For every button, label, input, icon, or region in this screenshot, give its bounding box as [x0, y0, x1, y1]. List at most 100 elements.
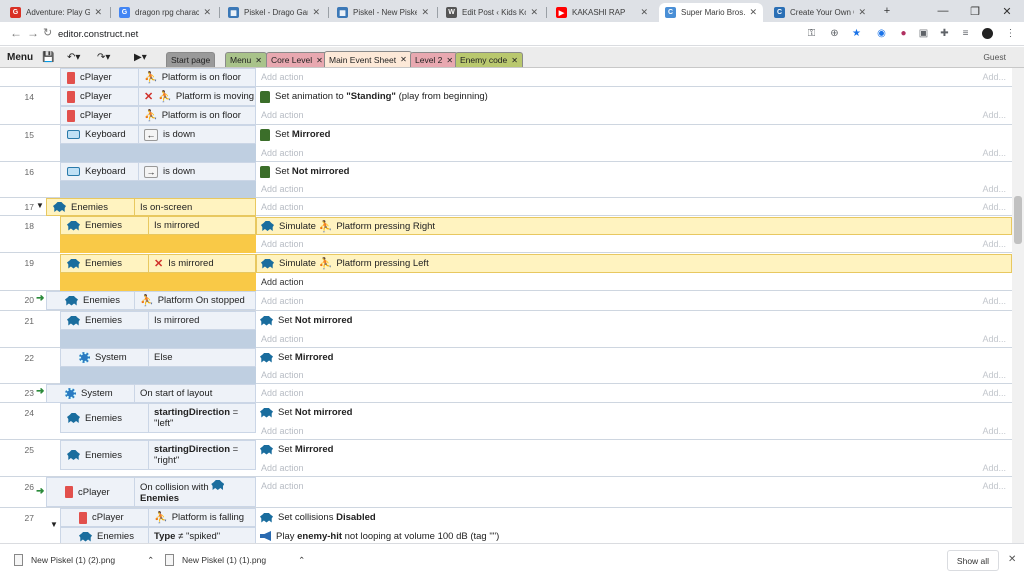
add-action-label[interactable]: Add action	[261, 388, 304, 398]
event-row[interactable]: 21 Enemies Is mirrored Set Not mirrored …	[0, 311, 1012, 348]
add-action-short[interactable]: Add...	[982, 481, 1006, 491]
event-row[interactable]: 16 Keyboard → is down Set Not mirrored Ad…	[0, 162, 1012, 199]
editor-tab[interactable]: Level 2 ✕	[410, 52, 459, 67]
add-action-link[interactable]: Add action Add...	[256, 180, 1012, 198]
action[interactable]: Set Mirrored	[256, 440, 1012, 459]
event-row[interactable]: 24 Enemies startingDirection = "left" Set…	[0, 403, 1012, 440]
condition[interactable]: Keyboard ← is down	[60, 125, 256, 144]
close-tab-icon[interactable]: ✕	[858, 7, 866, 18]
menu-button[interactable]: Menu	[4, 50, 36, 65]
extension-icon[interactable]: ◉	[876, 28, 887, 39]
scrollbar-thumb[interactable]	[1014, 196, 1022, 244]
event-row[interactable]: 17 ▼ Enemies Is on-screen Add action Add.…	[0, 198, 1012, 216]
collapse-triangle-icon[interactable]: ▼	[50, 520, 59, 529]
add-action-label[interactable]: Add action	[261, 239, 304, 249]
empty-condition-area[interactable]	[60, 235, 256, 253]
add-action-label[interactable]: Add action	[261, 334, 304, 344]
condition[interactable]: Enemies Is mirrored	[60, 216, 256, 235]
close-tab-icon[interactable]: ✕	[203, 7, 211, 18]
add-action-link[interactable]: Add action Add...	[256, 144, 1012, 162]
condition[interactable]: Keyboard → is down	[60, 162, 256, 181]
maximize-icon[interactable]: ❐	[958, 0, 992, 22]
add-action-link[interactable]: Add action Add...	[256, 198, 1012, 216]
event-row[interactable]: 20 ➜ Enemies ⛹ Platform On stopped Add ac…	[0, 291, 1012, 311]
browser-tab[interactable]: Gdragon rpg charac ✕	[113, 3, 217, 22]
add-action-label[interactable]: Add action	[261, 110, 304, 120]
browser-tab[interactable]: ▦ Piskel - New Piskel ✕	[331, 3, 435, 22]
undo-icon[interactable]: ↶▾	[67, 50, 80, 65]
add-action-short[interactable]: Add...	[982, 184, 1006, 194]
close-tab-icon[interactable]: ✕	[94, 7, 102, 18]
browser-tab[interactable]: G Adventure: Play Ga ✕	[4, 3, 108, 22]
add-action-short[interactable]: Add...	[982, 334, 1006, 344]
star-icon[interactable]: ★	[851, 28, 862, 39]
condition[interactable]: Enemies startingDirection = "right"	[60, 440, 256, 470]
condition[interactable]: cPlayer ⛹ Platform is on floor	[60, 68, 256, 87]
back-icon[interactable]: ←	[10, 26, 22, 40]
extension-icon[interactable]: ●	[898, 28, 909, 39]
close-tab-icon[interactable]: ✕	[530, 7, 538, 18]
add-action-short[interactable]: Add...	[982, 388, 1006, 398]
event-row[interactable]: 26 ➜ cPlayer On collision with Enemies A…	[0, 477, 1012, 508]
action[interactable]: Simulate ⛹ Platform pressing Right	[256, 217, 1012, 235]
close-tab-icon[interactable]: ✕	[312, 7, 320, 18]
close-tab-icon[interactable]: ✕	[511, 56, 518, 65]
location-icon[interactable]: ⊕	[829, 28, 840, 39]
event-row[interactable]: 14 cPlayer ✕ ⛹ Platform is moving cPlayer …	[0, 87, 1012, 125]
add-action-label[interactable]: Add action	[261, 370, 304, 380]
add-action-link[interactable]: Add action Add...	[256, 459, 1012, 477]
chevron-up-icon[interactable]: ⌃	[298, 555, 305, 566]
add-action-label[interactable]: Add action	[261, 72, 304, 82]
event-row[interactable]: 22 System Else Set Mirrored Add action Ad…	[0, 348, 1012, 385]
action[interactable]: Set Not mirrored	[256, 162, 1012, 181]
minimize-icon[interactable]: —	[926, 0, 960, 22]
condition[interactable]: Enemies startingDirection = "left"	[60, 403, 256, 433]
action[interactable]: Set Mirrored	[256, 125, 1012, 144]
event-row[interactable]: 19 Enemies ✕ Is mirrored Simulate ⛹ Platfo…	[0, 253, 1012, 291]
add-action-short[interactable]: Add...	[982, 426, 1006, 436]
key-icon[interactable]: ⚿	[806, 28, 817, 39]
reload-icon[interactable]: ↻	[43, 26, 52, 39]
event-row[interactable]: 27 ▼ cPlayer ⛹ Platform is falling Enemie…	[0, 508, 1012, 543]
add-action-label[interactable]: Add action	[261, 202, 304, 212]
download-item[interactable]: New Piskel (1) (2).png ⌃	[14, 554, 154, 566]
browser-tab[interactable]: ▦ Piskel - Drago Gan ✕	[222, 3, 326, 22]
action[interactable]: Set Not mirrored	[256, 403, 1012, 422]
condition[interactable]: System Else	[60, 348, 256, 367]
save-icon[interactable]: 💾	[42, 50, 54, 65]
action[interactable]: Play enemy-hit not looping at volume 100…	[256, 527, 1012, 543]
close-tab-icon[interactable]: ✕	[255, 56, 262, 65]
add-action-short[interactable]: Add...	[982, 296, 1006, 306]
condition[interactable]: Enemies Is on-screen	[46, 198, 256, 216]
close-tab-icon[interactable]: ✕	[446, 56, 453, 65]
empty-condition-area[interactable]	[60, 330, 256, 348]
add-action-label[interactable]: Add action	[261, 277, 304, 287]
add-action-link[interactable]: Add action	[256, 273, 1012, 291]
editor-tab[interactable]: Start page	[166, 52, 216, 67]
url-field[interactable]: editor.construct.net	[58, 25, 798, 43]
event-row[interactable]: 25 Enemies startingDirection = "right" Se…	[0, 440, 1012, 477]
condition[interactable]: cPlayer ✕ ⛹ Platform is moving	[60, 87, 256, 106]
condition[interactable]: Enemies ✕ Is mirrored	[60, 254, 256, 273]
avatar[interactable]	[982, 28, 993, 39]
show-all-button[interactable]: Show all	[947, 550, 999, 571]
chevron-up-icon[interactable]: ⌃	[147, 555, 154, 566]
editor-tab[interactable]: Enemy code ✕	[455, 52, 523, 67]
add-action-label[interactable]: Add action	[261, 296, 304, 306]
condition[interactable]: Enemies ⛹ Platform On stopped	[46, 291, 256, 310]
add-action-link[interactable]: Add action Add...	[256, 330, 1012, 348]
more-menu-icon[interactable]: ⋮	[1005, 28, 1016, 39]
extension-icon[interactable]: ▣	[918, 28, 929, 39]
action[interactable]: Set Not mirrored	[256, 311, 1012, 330]
close-tab-icon[interactable]: ✕	[316, 56, 323, 65]
add-action-label[interactable]: Add action	[261, 426, 304, 436]
editor-tab[interactable]: Menu ✕	[225, 52, 267, 67]
condition[interactable]: cPlayer On collision with Enemies	[46, 477, 256, 507]
condition[interactable]: Enemies Type ≠ "spiked"	[60, 527, 256, 543]
close-tab-icon[interactable]: ✕	[421, 7, 429, 18]
add-action-link[interactable]: Add action Add...	[256, 422, 1012, 440]
play-icon[interactable]: ▶▾	[134, 50, 147, 65]
empty-condition-area[interactable]	[60, 273, 256, 291]
condition[interactable]: cPlayer ⛹ Platform is falling	[60, 508, 256, 527]
add-action-link[interactable]: Add action Add...	[256, 477, 1012, 495]
